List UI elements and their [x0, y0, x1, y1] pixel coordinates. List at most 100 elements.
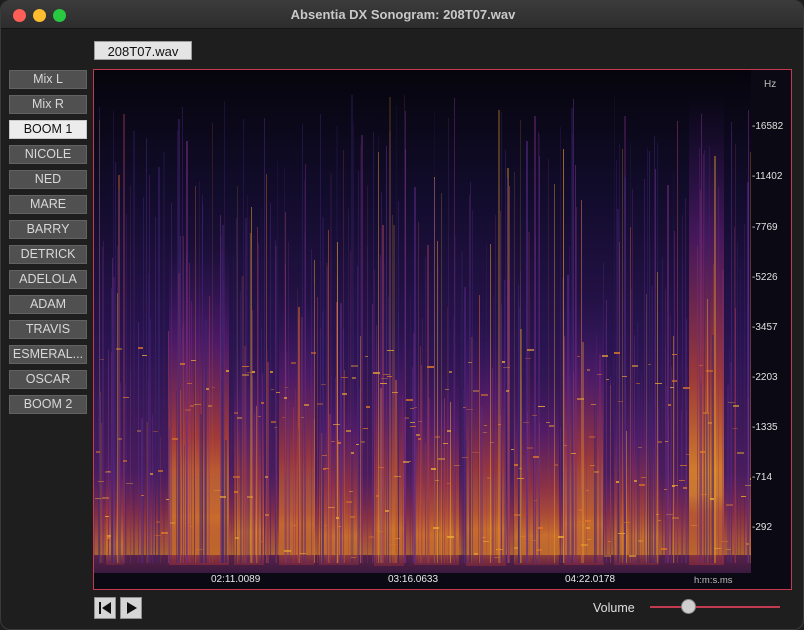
spectral-streak: [374, 269, 375, 563]
spectral-streak: [143, 197, 144, 563]
spectral-streak: [699, 148, 700, 563]
spectral-streak: [101, 423, 102, 563]
spectral-streak: [199, 181, 200, 563]
spectral-streak: [703, 154, 704, 563]
frequency-axis: Hz -16582 -11402 -7769 -5226 -3457 -2203…: [751, 70, 791, 573]
frequency-tick: -1335: [752, 422, 778, 433]
spectral-streak: [171, 203, 172, 563]
spectral-streak: [412, 367, 413, 563]
harmonic-fleck: [190, 526, 194, 527]
harmonic-fleck: [658, 441, 662, 443]
harmonic-fleck: [96, 451, 100, 453]
spectrogram-display[interactable]: [94, 70, 751, 573]
track-button-boom-1[interactable]: BOOM 1: [9, 120, 87, 139]
spectral-streak: [626, 431, 627, 563]
harmonic-fleck: [454, 465, 460, 466]
spectral-streak: [284, 168, 285, 563]
harmonic-fleck: [672, 485, 675, 487]
spectral-streak: [253, 428, 254, 563]
harmonic-fleck: [105, 516, 109, 517]
spectral-streak: [654, 136, 655, 563]
harmonic-fleck: [474, 553, 478, 555]
spectral-streak: [252, 310, 253, 563]
spectral-streak: [505, 150, 506, 563]
spectral-streak: [729, 345, 730, 563]
volume-slider[interactable]: [650, 599, 780, 615]
track-button-esmeralda[interactable]: ESMERAL...: [9, 345, 87, 364]
harmonic-fleck: [728, 402, 735, 403]
spectral-streak: [176, 390, 177, 563]
harmonic-fleck: [614, 352, 620, 354]
spectral-streak: [224, 101, 225, 563]
spectral-streak: [453, 317, 454, 563]
harmonic-fleck: [158, 470, 163, 472]
harmonic-fleck: [394, 476, 401, 477]
track-button-nicole[interactable]: NICOLE: [9, 145, 87, 164]
spectral-streak: [634, 346, 635, 563]
spectral-streak: [149, 175, 150, 563]
harmonic-fleck: [373, 372, 380, 374]
spectral-streak: [509, 186, 510, 563]
harmonic-fleck: [579, 509, 582, 511]
track-button-boom-2[interactable]: BOOM 2: [9, 395, 87, 414]
track-button-oscar[interactable]: OSCAR: [9, 370, 87, 389]
track-button-detrick[interactable]: DETRICK: [9, 245, 87, 264]
spectral-streak: [441, 193, 442, 563]
spectral-streak: [548, 159, 549, 563]
spectral-streak: [234, 409, 235, 563]
file-tab[interactable]: 208T07.wav: [94, 41, 192, 60]
spectral-streak: [183, 236, 184, 563]
spectral-streak: [681, 410, 682, 563]
spectral-streak: [189, 263, 190, 563]
spectral-streak: [111, 424, 113, 563]
spectral-streak: [674, 231, 675, 563]
spectral-streak: [671, 365, 672, 563]
harmonic-fleck: [683, 487, 687, 489]
harmonic-fleck: [636, 383, 640, 384]
spectral-streak: [375, 362, 376, 563]
frequency-tick: -714: [752, 472, 773, 483]
spectral-streak: [501, 304, 502, 563]
track-button-adam[interactable]: ADAM: [9, 295, 87, 314]
spectral-streak: [130, 373, 131, 563]
harmonic-fleck: [212, 387, 215, 388]
spectral-streak: [712, 335, 714, 563]
spectral-streak: [686, 319, 687, 563]
spectral-streak: [595, 402, 596, 563]
harmonic-fleck: [672, 517, 679, 519]
harmonic-fleck: [714, 548, 721, 549]
spectral-streak: [422, 319, 423, 563]
volume-slider-knob[interactable]: [681, 599, 696, 614]
sonogram-panel[interactable]: Hz -16582 -11402 -7769 -5226 -3457 -2203…: [93, 69, 792, 590]
harmonic-fleck: [433, 527, 439, 529]
harmonic-fleck: [549, 425, 554, 427]
skip-to-start-button[interactable]: [94, 597, 116, 619]
harmonic-fleck: [534, 500, 537, 501]
track-button-travis[interactable]: TRAVIS: [9, 320, 87, 339]
track-button-mare[interactable]: MARE: [9, 195, 87, 214]
track-button-adelola[interactable]: ADELOLA: [9, 270, 87, 289]
spectral-streak: [237, 186, 238, 563]
track-button-barry[interactable]: BARRY: [9, 220, 87, 239]
track-button-mix-l[interactable]: Mix L: [9, 70, 87, 89]
volume-slider-track[interactable]: [650, 606, 780, 608]
harmonic-fleck: [208, 405, 212, 407]
track-button-mix-r[interactable]: Mix R: [9, 95, 87, 114]
spectral-streak: [438, 266, 439, 563]
harmonic-fleck: [666, 514, 673, 515]
play-button[interactable]: [120, 597, 142, 619]
harmonic-fleck: [155, 535, 161, 536]
harmonic-fleck: [383, 374, 390, 375]
track-button-ned[interactable]: NED: [9, 170, 87, 189]
spectral-streak: [421, 365, 422, 563]
spectral-streak: [490, 244, 491, 563]
spectral-streak: [434, 179, 435, 563]
spectral-streak: [404, 417, 406, 563]
harmonic-fleck: [497, 549, 504, 550]
spectral-streak: [644, 179, 645, 563]
spectral-streak: [647, 148, 648, 563]
spectral-streak: [184, 445, 185, 563]
harmonic-fleck: [741, 496, 746, 497]
frequency-tick: -5226: [752, 272, 778, 283]
spectral-streak: [357, 266, 358, 563]
